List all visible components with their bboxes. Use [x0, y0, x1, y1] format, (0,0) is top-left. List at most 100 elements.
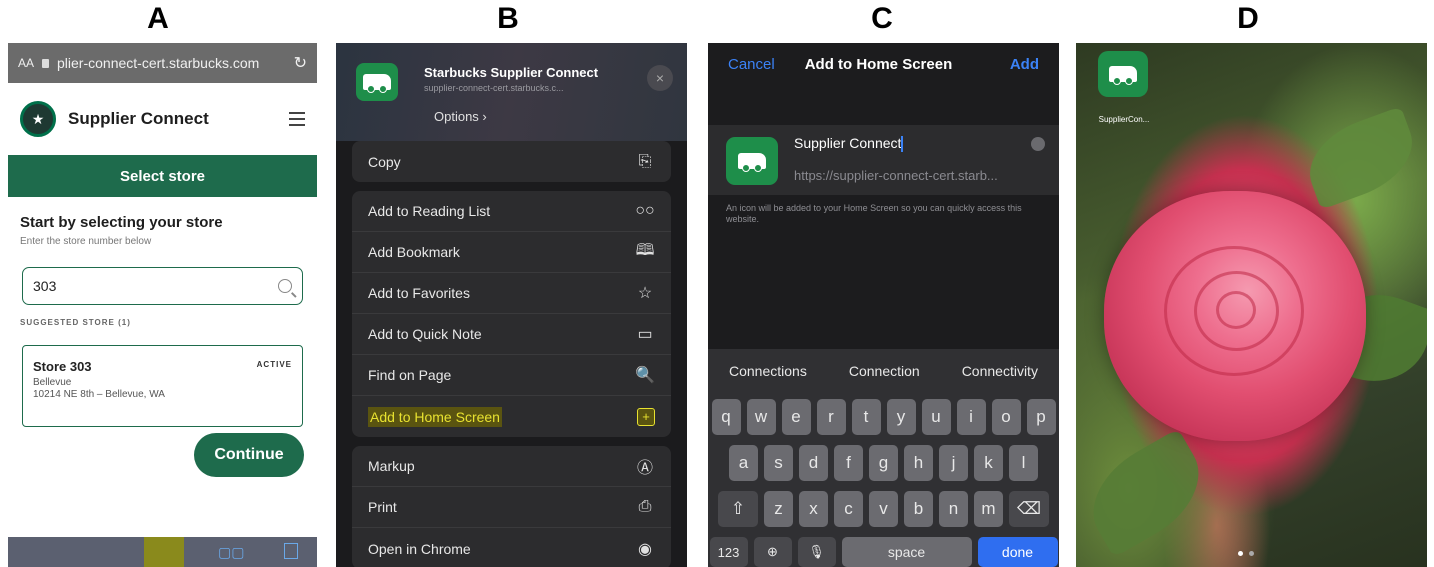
continue-button[interactable]: Continue [194, 433, 304, 477]
starbucks-logo-icon: ★ [20, 101, 56, 137]
menu-item-markup[interactable]: Markup Ⓐ [352, 446, 671, 487]
numbers-key[interactable]: 123 [709, 537, 748, 567]
text-size-button[interactable]: AA [18, 56, 34, 70]
tabs-icon[interactable] [284, 543, 298, 559]
menu-item-add-to-home-screen[interactable]: Add to Home Screen + [352, 396, 671, 437]
url-field: https://supplier-connect-cert.starb... [794, 168, 998, 183]
menu-item-copy[interactable]: Copy ⎘ [352, 141, 671, 182]
menu-item-label: Add to Home Screen [368, 406, 502, 427]
key[interactable]: a [729, 445, 758, 481]
printer-icon: ⎙ [638, 498, 652, 515]
panel-label-a: A [147, 2, 169, 35]
key[interactable]: k [974, 445, 1003, 481]
url-text[interactable]: plier-connect-cert.starbucks.com [57, 55, 259, 71]
key[interactable]: s [764, 445, 793, 481]
rose-wallpaper [1104, 191, 1366, 441]
book-icon: 🕮 [635, 241, 655, 259]
shift-icon[interactable]: ⇧ [718, 491, 758, 527]
store-name: Store 303 [33, 359, 92, 374]
cancel-button[interactable]: Cancel [728, 56, 775, 73]
menu-item-label: Open in Chrome [368, 540, 471, 557]
key[interactable]: t [851, 399, 881, 435]
hamburger-menu-icon[interactable] [289, 112, 305, 126]
menu-item-favorites[interactable]: Add to Favorites ☆ [352, 273, 671, 314]
key[interactable]: p [1026, 399, 1056, 435]
key[interactable]: d [799, 445, 828, 481]
site-header: ★ Supplier Connect [8, 83, 317, 155]
close-icon[interactable]: × [647, 65, 673, 91]
van-icon [1109, 66, 1137, 85]
suggestion-item[interactable]: Connections [729, 363, 807, 379]
done-key[interactable]: done [977, 537, 1058, 567]
share-title: Starbucks Supplier Connect [424, 65, 599, 80]
store-card[interactable]: Store 303 ACTIVE Bellevue 10214 NE 8th –… [22, 345, 303, 427]
key[interactable]: v [869, 491, 898, 527]
key[interactable]: m [974, 491, 1003, 527]
store-address: 10214 NE 8th – Bellevue, WA [33, 389, 165, 400]
menu-item-find-on-page[interactable]: Find on Page 🔍 [352, 355, 671, 396]
suggested-store-label: SUGGESTED STORE (1) [20, 318, 131, 327]
safari-address-bar[interactable]: AA plier-connect-cert.starbucks.com ↻ [8, 43, 317, 83]
key[interactable]: z [764, 491, 793, 527]
delete-icon[interactable]: ⌫ [1009, 491, 1049, 527]
bookmarks-icon[interactable]: ▢▢ [218, 544, 244, 561]
key[interactable]: y [886, 399, 916, 435]
markup-icon: Ⓐ [636, 460, 653, 477]
menu-item-label: Add to Reading List [368, 203, 491, 219]
search-icon[interactable] [278, 279, 292, 293]
key[interactable]: u [921, 399, 951, 435]
page-indicator[interactable] [1238, 551, 1254, 556]
key[interactable]: e [781, 399, 811, 435]
store-search-input[interactable]: 303 [22, 267, 303, 305]
key[interactable]: b [904, 491, 933, 527]
select-store-banner: Select store [8, 155, 317, 197]
keyboard: Connections Connection Connectivity q w … [708, 349, 1059, 567]
name-field-value[interactable]: Supplier Connect [794, 135, 901, 151]
key[interactable]: j [939, 445, 968, 481]
menu-item-label: Markup [368, 458, 415, 474]
space-key[interactable]: space [841, 537, 972, 567]
key[interactable]: x [799, 491, 828, 527]
key[interactable]: n [939, 491, 968, 527]
panel-label-b: B [497, 2, 519, 35]
supplier-connect-app-icon[interactable] [1098, 51, 1148, 97]
add-square-icon: + [637, 407, 655, 426]
key[interactable]: i [956, 399, 986, 435]
microphone-icon[interactable]: 🎙 [797, 537, 836, 567]
key[interactable]: l [1009, 445, 1038, 481]
globe-icon[interactable]: ⊕ [753, 537, 792, 567]
panel-b-share-sheet: Starbucks Supplier Connect supplier-conn… [336, 43, 687, 567]
clear-text-icon[interactable] [1031, 137, 1045, 151]
key[interactable]: f [834, 445, 863, 481]
share-url: supplier-connect-cert.starbucks.c... [424, 83, 564, 93]
suggestion-item[interactable]: Connectivity [962, 363, 1038, 379]
key[interactable]: q [711, 399, 741, 435]
safari-toolbar: ▢▢ [8, 537, 317, 567]
key[interactable]: c [834, 491, 863, 527]
status-badge: ACTIVE [256, 360, 292, 369]
menu-item-reading-list[interactable]: Add to Reading List ○○ [352, 191, 671, 232]
share-group-1: Copy ⎘ [352, 141, 671, 182]
autocomplete-bar: Connections Connection Connectivity [708, 349, 1059, 393]
reload-icon[interactable]: ↻ [294, 53, 307, 73]
menu-item-open-in-chrome[interactable]: Open in Chrome ◉ [352, 528, 671, 567]
add-button[interactable]: Add [1010, 56, 1039, 73]
suggestion-item[interactable]: Connection [849, 363, 920, 379]
share-button-highlight[interactable] [144, 537, 184, 567]
lock-icon [42, 58, 50, 68]
store-search-value[interactable]: 303 [33, 278, 56, 294]
key[interactable]: o [991, 399, 1021, 435]
name-field[interactable]: Supplier Connect [794, 135, 903, 153]
key[interactable]: w [746, 399, 776, 435]
menu-item-print[interactable]: Print ⎙ [352, 487, 671, 528]
share-group-3: Markup Ⓐ Print ⎙ Open in Chrome ◉ [352, 446, 671, 567]
menu-item-label: Add Bookmark [368, 244, 460, 260]
menu-item-quick-note[interactable]: Add to Quick Note ▭ [352, 314, 671, 355]
options-button[interactable]: Options › [434, 109, 487, 124]
menu-item-label: Add to Favorites [368, 285, 470, 301]
key[interactable]: h [904, 445, 933, 481]
key[interactable]: g [869, 445, 898, 481]
quick-note-icon: ▭ [637, 326, 653, 343]
menu-item-bookmark[interactable]: Add Bookmark 🕮 [352, 232, 671, 273]
key[interactable]: r [816, 399, 846, 435]
